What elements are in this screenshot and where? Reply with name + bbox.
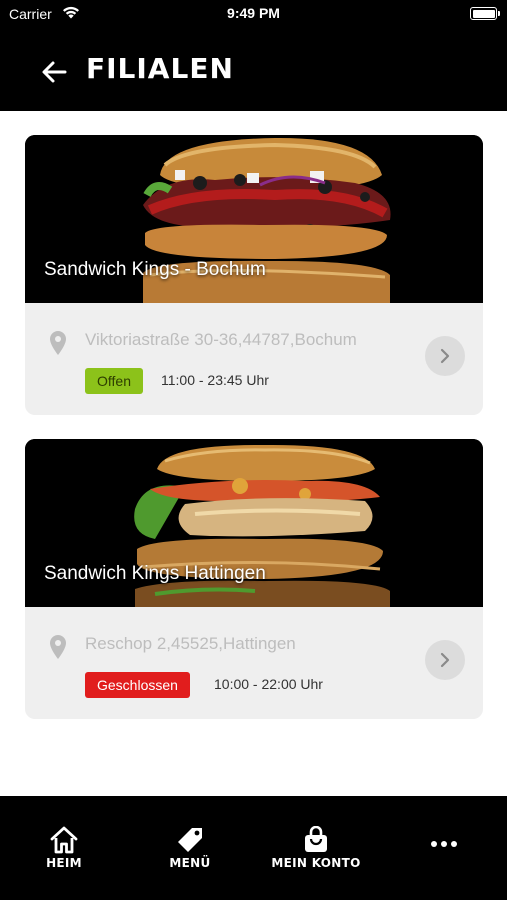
- status-badge: Offen: [85, 368, 143, 394]
- arrow-left-icon[interactable]: [40, 58, 68, 86]
- branch-name: Sandwich Kings - Bochum: [44, 259, 266, 280]
- status-badge: Geschlossen: [85, 672, 190, 698]
- app-header: Carrier 9:49 PM FILIALEN: [0, 0, 507, 111]
- bottom-tab-bar: HEIM MENÜ MEIN KONTO: [0, 796, 507, 900]
- tab-more[interactable]: [384, 796, 504, 886]
- page-title: FILIALEN: [86, 52, 234, 85]
- tag-icon: [178, 828, 202, 852]
- branch-name: Sandwich Kings Hattingen: [44, 563, 266, 584]
- branch-card-bochum[interactable]: Sandwich Kings - Bochum Viktoriastraße 3…: [25, 135, 483, 415]
- open-branch-button[interactable]: [425, 640, 465, 680]
- tab-menu[interactable]: MENÜ: [130, 796, 250, 886]
- tab-heim[interactable]: HEIM: [4, 796, 124, 886]
- home-icon: [50, 826, 78, 854]
- branch-address: Reschop 2,45525,Hattingen: [85, 634, 296, 653]
- tab-label: MEIN KONTO: [271, 856, 361, 870]
- tab-mein-konto[interactable]: MEIN KONTO: [256, 796, 376, 886]
- chevron-right-icon: [440, 348, 450, 364]
- open-branch-button[interactable]: [425, 336, 465, 376]
- clock: 9:49 PM: [227, 5, 280, 21]
- opening-hours: 10:00 - 22:00 Uhr: [214, 676, 323, 692]
- branch-image: Sandwich Kings Hattingen: [25, 439, 483, 607]
- tab-label: MENÜ: [169, 856, 211, 870]
- branch-card-hattingen[interactable]: Sandwich Kings Hattingen Reschop 2,45525…: [25, 439, 483, 719]
- more-dots-icon: [431, 841, 457, 847]
- shopping-bag-icon: [305, 826, 327, 852]
- branch-info: Reschop 2,45525,Hattingen Geschlossen 10…: [25, 607, 483, 719]
- location-pin-icon: [50, 635, 66, 659]
- battery-icon: [470, 7, 500, 20]
- status-bar: Carrier 9:49 PM: [0, 0, 507, 30]
- tab-label: HEIM: [46, 856, 82, 870]
- branch-image: Sandwich Kings - Bochum: [25, 135, 483, 303]
- chevron-right-icon: [440, 652, 450, 668]
- branch-info: Viktoriastraße 30-36,44787,Bochum Offen …: [25, 303, 483, 415]
- branch-address: Viktoriastraße 30-36,44787,Bochum: [85, 330, 357, 349]
- opening-hours: 11:00 - 23:45 Uhr: [161, 372, 269, 388]
- location-pin-icon: [50, 331, 66, 355]
